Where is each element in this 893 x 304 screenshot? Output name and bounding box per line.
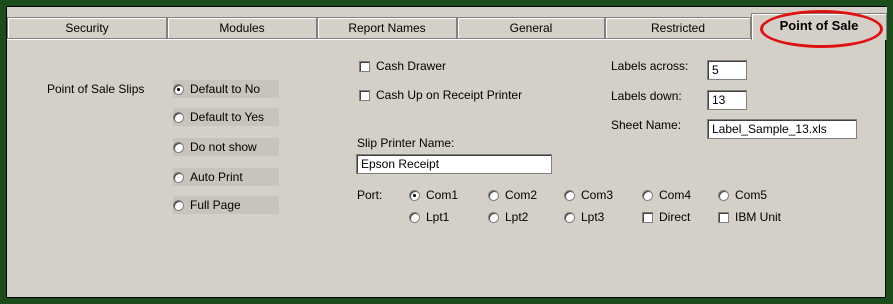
- tab-report-names[interactable]: Report Names: [317, 17, 457, 39]
- cash-drawer-checkbox[interactable]: Cash Drawer: [359, 59, 446, 73]
- tab-strip: Security Modules Report Names General Re…: [7, 7, 887, 40]
- port-option-label: Lpt1: [426, 210, 450, 224]
- tab-label: Point of Sale: [779, 18, 859, 33]
- port-option-label: Com5: [735, 188, 768, 202]
- slip-printer-label: Slip Printer Name:: [357, 136, 455, 150]
- port-option-label: Com4: [659, 188, 692, 202]
- radio-button[interactable]: [173, 83, 184, 95]
- labels-down-input[interactable]: 13: [707, 90, 747, 110]
- sheet-name-label: Sheet Name:: [611, 118, 682, 132]
- slip-option-label: Default to Yes: [190, 110, 265, 124]
- tab-restricted[interactable]: Restricted: [605, 17, 751, 39]
- labels-down-label: Labels down:: [611, 89, 682, 103]
- port-com3[interactable]: Com3: [564, 188, 613, 202]
- slips-label: Point of Sale Slips: [47, 82, 145, 96]
- tab-general[interactable]: General: [457, 17, 605, 39]
- tab-label: Security: [65, 21, 109, 35]
- settings-window: Security Modules Report Names General Re…: [6, 6, 887, 298]
- slip-option-full-page[interactable]: Full Page: [173, 196, 279, 214]
- radio-button[interactable]: [718, 189, 729, 201]
- radio-button[interactable]: [642, 189, 653, 201]
- port-com4[interactable]: Com4: [642, 188, 691, 202]
- port-option-label: IBM Unit: [735, 210, 782, 224]
- tab-modules[interactable]: Modules: [167, 17, 317, 39]
- slip-option-default-yes[interactable]: Default to Yes: [173, 108, 279, 126]
- port-lpt1[interactable]: Lpt1: [409, 210, 449, 224]
- cash-drawer-label: Cash Drawer: [376, 59, 447, 73]
- cash-up-checkbox[interactable]: Cash Up on Receipt Printer: [359, 88, 522, 102]
- radio-button[interactable]: [564, 189, 575, 201]
- checkbox[interactable]: [642, 211, 653, 223]
- radio-button[interactable]: [488, 211, 499, 223]
- port-option-label: Com3: [581, 188, 614, 202]
- tab-label: Report Names: [348, 21, 426, 35]
- radio-button[interactable]: [173, 111, 184, 123]
- port-com1[interactable]: Com1: [409, 188, 458, 202]
- tab-label: Restricted: [650, 21, 706, 35]
- radio-button[interactable]: [564, 211, 575, 223]
- tab-point-of-sale[interactable]: Point of Sale: [751, 13, 887, 40]
- slip-option-default-no[interactable]: Default to No: [173, 80, 279, 98]
- port-lpt3[interactable]: Lpt3: [564, 210, 604, 224]
- radio-button[interactable]: [488, 189, 499, 201]
- port-option-label: Lpt3: [581, 210, 605, 224]
- checkbox[interactable]: [359, 89, 370, 101]
- slip-printer-input[interactable]: Epson Receipt: [356, 154, 552, 174]
- slip-option-label: Default to No: [190, 82, 261, 96]
- slip-option-do-not-show[interactable]: Do not show: [173, 138, 279, 156]
- port-option-label: Lpt2: [505, 210, 529, 224]
- port-option-label: Com2: [505, 188, 538, 202]
- port-com2[interactable]: Com2: [488, 188, 537, 202]
- port-label: Port:: [357, 188, 383, 202]
- tab-label: General: [509, 21, 553, 35]
- labels-across-input[interactable]: 5: [707, 60, 747, 80]
- port-direct-checkbox[interactable]: Direct: [642, 210, 690, 224]
- labels-across-label: Labels across:: [611, 59, 689, 73]
- slip-option-label: Auto Print: [190, 170, 243, 184]
- point-of-sale-panel: Point of Sale Slips Default to No Defaul…: [7, 39, 885, 298]
- port-option-label: Direct: [659, 210, 691, 224]
- sheet-name-input[interactable]: Label_Sample_13.xls: [707, 119, 857, 139]
- cash-up-label: Cash Up on Receipt Printer: [376, 88, 523, 102]
- port-option-label: Com1: [426, 188, 459, 202]
- port-com5[interactable]: Com5: [718, 188, 767, 202]
- slip-option-label: Full Page: [190, 198, 241, 212]
- radio-button[interactable]: [173, 171, 184, 183]
- checkbox[interactable]: [718, 211, 729, 223]
- radio-button[interactable]: [409, 189, 420, 201]
- port-lpt2[interactable]: Lpt2: [488, 210, 528, 224]
- slip-option-label: Do not show: [190, 140, 257, 154]
- radio-button[interactable]: [173, 199, 184, 211]
- tab-security[interactable]: Security: [7, 17, 167, 39]
- slip-option-auto-print[interactable]: Auto Print: [173, 168, 279, 186]
- checkbox[interactable]: [359, 60, 370, 72]
- tab-label: Modules: [219, 21, 265, 35]
- port-ibm-unit-checkbox[interactable]: IBM Unit: [718, 210, 781, 224]
- radio-button[interactable]: [409, 211, 420, 223]
- radio-button[interactable]: [173, 141, 184, 153]
